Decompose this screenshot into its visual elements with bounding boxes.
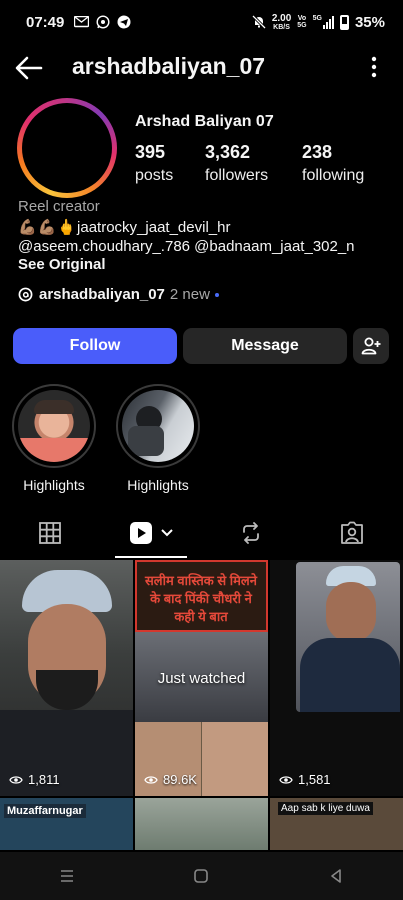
tab-tagged[interactable] bbox=[316, 508, 388, 558]
notification-icons bbox=[74, 15, 131, 29]
home-icon[interactable] bbox=[193, 868, 209, 884]
highlight-item[interactable]: Highlights bbox=[116, 384, 200, 493]
bio: 💪🏽💪🏽🖕jaatrocky_jaat_devil_hr @aseem.chou… bbox=[18, 218, 398, 256]
highlight-cover bbox=[18, 390, 90, 462]
reel-caption: Aap sab k liye duwa bbox=[278, 802, 373, 815]
reel-caption: Muzaffarnugar bbox=[4, 804, 86, 818]
reel-thumbnail[interactable]: 1,581 bbox=[270, 560, 403, 796]
posts-count: 395 bbox=[135, 142, 166, 162]
back-nav-icon[interactable] bbox=[328, 868, 344, 884]
suggested-users-button[interactable] bbox=[353, 328, 389, 364]
followers-label: followers bbox=[205, 167, 269, 184]
tab-reposts[interactable] bbox=[215, 508, 287, 558]
tagged-icon bbox=[341, 521, 363, 544]
back-arrow-icon[interactable] bbox=[14, 54, 44, 82]
view-count: 89.6K bbox=[144, 772, 197, 787]
reel-thumbnail[interactable]: 1,811 bbox=[0, 560, 133, 796]
system-navigation-bar bbox=[0, 852, 403, 900]
repost-icon bbox=[243, 522, 259, 544]
signal-icon: 5G bbox=[313, 15, 334, 29]
highlight-ring bbox=[12, 384, 96, 468]
more-options-icon[interactable] bbox=[371, 56, 377, 78]
following-label: following bbox=[302, 167, 365, 184]
system-indicators: 2.00 KB/S Vo 5G 5G 35% bbox=[251, 12, 385, 31]
followers-stat[interactable]: 3,362 followers bbox=[205, 142, 268, 185]
threads-username: arshadbaliyan_07 bbox=[39, 286, 165, 303]
tab-posts[interactable] bbox=[14, 508, 86, 558]
follow-button[interactable]: Follow bbox=[13, 328, 177, 364]
net-speed: 2.00 KB/S bbox=[271, 12, 292, 31]
threads-new-count: 2 new bbox=[169, 286, 210, 303]
eye-icon bbox=[144, 775, 158, 784]
telegram-icon bbox=[117, 15, 131, 29]
volte-indicator: Vo 5G bbox=[297, 15, 307, 29]
following-stat[interactable]: 238 following bbox=[302, 142, 364, 185]
followers-count: 3,362 bbox=[205, 142, 251, 162]
highlight-label: Highlights bbox=[127, 477, 189, 493]
battery-icon bbox=[339, 14, 349, 30]
new-indicator-dot bbox=[214, 292, 219, 297]
threads-link[interactable]: arshadbaliyan_07 2 new bbox=[18, 286, 219, 303]
just-watched-badge: Just watched bbox=[157, 670, 246, 687]
whatsapp-icon bbox=[96, 15, 110, 29]
clock: 07:49 bbox=[26, 13, 65, 31]
bio-line-2[interactable]: @aseem.choudhary_.786 @badnaam_jaat_302_… bbox=[18, 237, 398, 256]
following-count: 238 bbox=[302, 142, 333, 162]
reel-thumbnail[interactable] bbox=[135, 798, 268, 850]
header-username: arshadbaliyan_07 bbox=[72, 53, 266, 79]
content-tabs bbox=[0, 508, 403, 558]
highlight-cover bbox=[122, 390, 194, 462]
grid-icon bbox=[39, 522, 61, 544]
tab-reels[interactable] bbox=[115, 508, 187, 558]
see-original-link[interactable]: See Original bbox=[18, 256, 106, 273]
full-name: Arshad Baliyan 07 bbox=[135, 113, 274, 130]
bio-emoji: 💪🏽💪🏽🖕 bbox=[18, 219, 78, 236]
add-user-icon bbox=[361, 337, 381, 355]
eye-icon bbox=[9, 775, 23, 784]
message-button[interactable]: Message bbox=[183, 328, 347, 364]
profile-header: arshadbaliyan_07 bbox=[0, 46, 403, 90]
reel-thumbnail[interactable]: Muzaffarnugar bbox=[0, 798, 133, 850]
reel-thumbnail[interactable]: सलीम वास्तिक से मिलने के बाद पिंकी चौधरी… bbox=[135, 560, 268, 796]
posts-stat[interactable]: 395 posts bbox=[135, 142, 173, 185]
avatar-image bbox=[22, 103, 112, 193]
bio-line-1: 💪🏽💪🏽🖕jaatrocky_jaat_devil_hr bbox=[18, 218, 398, 237]
battery-level: 35% bbox=[354, 13, 385, 31]
reel-thumbnail[interactable]: Aap sab k liye duwa bbox=[270, 798, 403, 850]
eye-icon bbox=[279, 775, 293, 784]
message-notification-icon bbox=[74, 15, 90, 27]
posts-label: posts bbox=[135, 167, 174, 184]
profile-category: Reel creator bbox=[18, 198, 100, 215]
status-bar: 07:49 2.00 KB/S Vo 5G 5G 35% bbox=[0, 0, 403, 44]
reels-icon bbox=[130, 522, 152, 544]
view-count: 1,811 bbox=[9, 772, 60, 787]
recent-apps-icon[interactable] bbox=[59, 868, 75, 884]
profile-avatar[interactable] bbox=[17, 98, 117, 198]
view-count: 1,581 bbox=[279, 772, 331, 787]
bio-text-1: jaatrocky_jaat_devil_hr bbox=[77, 219, 231, 236]
highlight-ring bbox=[116, 384, 200, 468]
reels-grid: 1,811 सलीम वास्तिक से मिलने के बाद पिंकी… bbox=[0, 560, 403, 850]
highlight-item[interactable]: Highlights bbox=[12, 384, 96, 493]
chevron-down-icon bbox=[161, 529, 173, 537]
highlight-label: Highlights bbox=[23, 477, 85, 493]
mute-icon bbox=[251, 15, 266, 29]
threads-icon bbox=[18, 287, 33, 302]
reel-overlay-text: सलीम वास्तिक से मिलने के बाद पिंकी चौधरी… bbox=[145, 573, 257, 624]
